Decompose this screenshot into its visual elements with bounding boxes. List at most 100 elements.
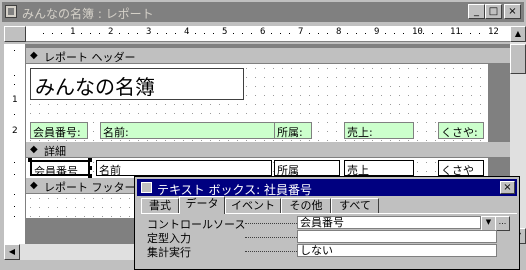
ruler-tick	[166, 33, 167, 34]
ruler-number: 1	[70, 27, 76, 37]
close-button[interactable]: ×	[504, 4, 521, 19]
ruler-number: 7	[298, 27, 304, 37]
section-title: 詳細	[44, 145, 66, 158]
ruler-tick	[233, 33, 234, 34]
ruler-tick	[242, 33, 243, 34]
label-kusaya[interactable]: くさや:	[438, 122, 484, 139]
window-titlebar[interactable]: みんなの名簿 : レポート _ □ ×	[2, 2, 524, 22]
ruler-number: 12	[488, 27, 499, 37]
tab-format[interactable]: 書式	[141, 198, 179, 213]
section-bar-detail[interactable]: ◆ 詳細	[26, 142, 510, 158]
ruler-tick	[347, 33, 348, 34]
textbox-member-no[interactable]: 会員番号	[30, 160, 90, 176]
ruler-tick	[365, 33, 366, 34]
scroll-left-button[interactable]: ◀	[4, 244, 20, 260]
property-row-input-mask[interactable]: 定型入力	[145, 230, 511, 245]
build-button[interactable]: ...	[495, 216, 510, 231]
section-arrow-icon: ◆	[30, 144, 38, 155]
ruler-tick	[441, 33, 442, 34]
ruler-tick	[403, 33, 404, 34]
ruler-tick	[356, 33, 357, 34]
ruler-tick	[271, 33, 272, 34]
ruler-number: 10	[412, 27, 423, 37]
ruler-number: 4	[184, 27, 190, 37]
ruler-tick	[175, 33, 176, 34]
ruler-corner[interactable]	[4, 26, 26, 42]
ruler-tick	[119, 33, 120, 34]
label-member-no[interactable]: 会員番号:	[30, 122, 88, 139]
ruler-tick	[52, 33, 53, 34]
selection-handle[interactable]	[28, 158, 32, 162]
label-name[interactable]: 名前:	[100, 122, 276, 139]
horizontal-ruler[interactable]: 1 2 3 4 5 6 7 8 9 10 11 12	[26, 26, 510, 42]
ruler-tick	[43, 33, 44, 34]
ruler-tick	[195, 33, 196, 34]
textbox-department[interactable]: 所属	[274, 160, 340, 176]
ruler-tick	[99, 33, 100, 34]
detail-area[interactable]: 会員番号 名前 所属 売上 くさや	[26, 158, 488, 178]
section-title: レポート フッター	[44, 181, 136, 194]
vruler-mark: 2	[12, 126, 18, 136]
ruler-tick	[423, 33, 424, 34]
property-row-control-source[interactable]: コントロールソース 会員番号 ▼ ...	[145, 216, 511, 231]
ruler-tick	[479, 33, 480, 34]
textbox-sales[interactable]: 売上	[344, 160, 414, 176]
header-labels-row: 会員番号: 名前: 所属: 売上: くさや:	[26, 122, 488, 140]
section-arrow-icon: ◆	[30, 50, 38, 61]
vertical-ruler[interactable]: 1 2	[4, 44, 26, 244]
tab-data[interactable]: データ	[179, 196, 225, 214]
section-title: レポート ヘッダー	[44, 51, 136, 64]
window-title: みんなの名簿 : レポート	[22, 7, 154, 21]
report-icon	[5, 5, 17, 18]
tab-other[interactable]: その他	[281, 198, 331, 213]
ruler-tick	[213, 33, 214, 34]
ruler-tick	[461, 33, 462, 34]
ruler-tick	[432, 33, 433, 34]
property-label: 集計実行	[147, 246, 191, 259]
section-arrow-icon: ◆	[30, 180, 38, 191]
ruler-tick	[61, 33, 62, 34]
label-sales[interactable]: 売上:	[344, 122, 414, 139]
ruler-tick	[309, 33, 310, 34]
chevron-down-icon[interactable]: ▼	[481, 216, 496, 231]
minimize-button[interactable]: _	[468, 4, 485, 19]
running-sum-input[interactable]: しない	[297, 244, 497, 257]
input-mask-input[interactable]	[297, 230, 497, 243]
ruler-tick	[81, 33, 82, 34]
ruler-tick	[204, 33, 205, 34]
ruler-number: 9	[374, 27, 380, 37]
property-row-running-sum[interactable]: 集計実行 しない	[145, 244, 511, 259]
ruler-tick	[280, 33, 281, 34]
ruler-number: 2	[108, 27, 114, 37]
textbox-name[interactable]: 名前	[96, 160, 272, 176]
ruler-number: 6	[260, 27, 266, 37]
control-source-input[interactable]: 会員番号	[297, 216, 481, 229]
ruler-tick	[289, 33, 290, 34]
ruler-number: 5	[222, 27, 228, 37]
property-sheet: テキスト ボックス: 社員番号 × 書式 データ イベント その他 すべて コン…	[134, 176, 520, 270]
ruler-number: 3	[146, 27, 152, 37]
ruler-tick	[137, 33, 138, 34]
textbox-kusaya[interactable]: くさや	[438, 160, 484, 176]
properties-icon	[141, 182, 152, 193]
ruler-tick	[470, 33, 471, 34]
scroll-up-button[interactable]: ▲	[510, 26, 526, 42]
vruler-mark: 1	[12, 95, 18, 105]
tab-all[interactable]: すべて	[331, 198, 379, 213]
selection-handle[interactable]	[88, 166, 92, 170]
tab-event[interactable]: イベント	[225, 198, 281, 213]
ruler-tick	[157, 33, 158, 34]
ruler-tick	[90, 33, 91, 34]
property-sheet-close-button[interactable]: ×	[500, 181, 515, 194]
scroll-thumb[interactable]	[510, 44, 526, 74]
ruler-number: 11	[450, 27, 461, 37]
property-sheet-titlebar[interactable]: テキスト ボックス: 社員番号 ×	[137, 179, 517, 197]
selection-handle[interactable]	[88, 158, 92, 162]
label-department[interactable]: 所属:	[274, 122, 312, 139]
ruler-tick	[318, 33, 319, 34]
maximize-button[interactable]: □	[485, 4, 502, 19]
ruler-tick	[385, 33, 386, 34]
section-bar-report-header[interactable]: ◆ レポート ヘッダー	[26, 48, 510, 64]
property-grid: コントロールソース 会員番号 ▼ ... 定型入力 集計実行 しない	[141, 213, 517, 267]
report-title-label[interactable]: みんなの名簿	[30, 68, 244, 100]
